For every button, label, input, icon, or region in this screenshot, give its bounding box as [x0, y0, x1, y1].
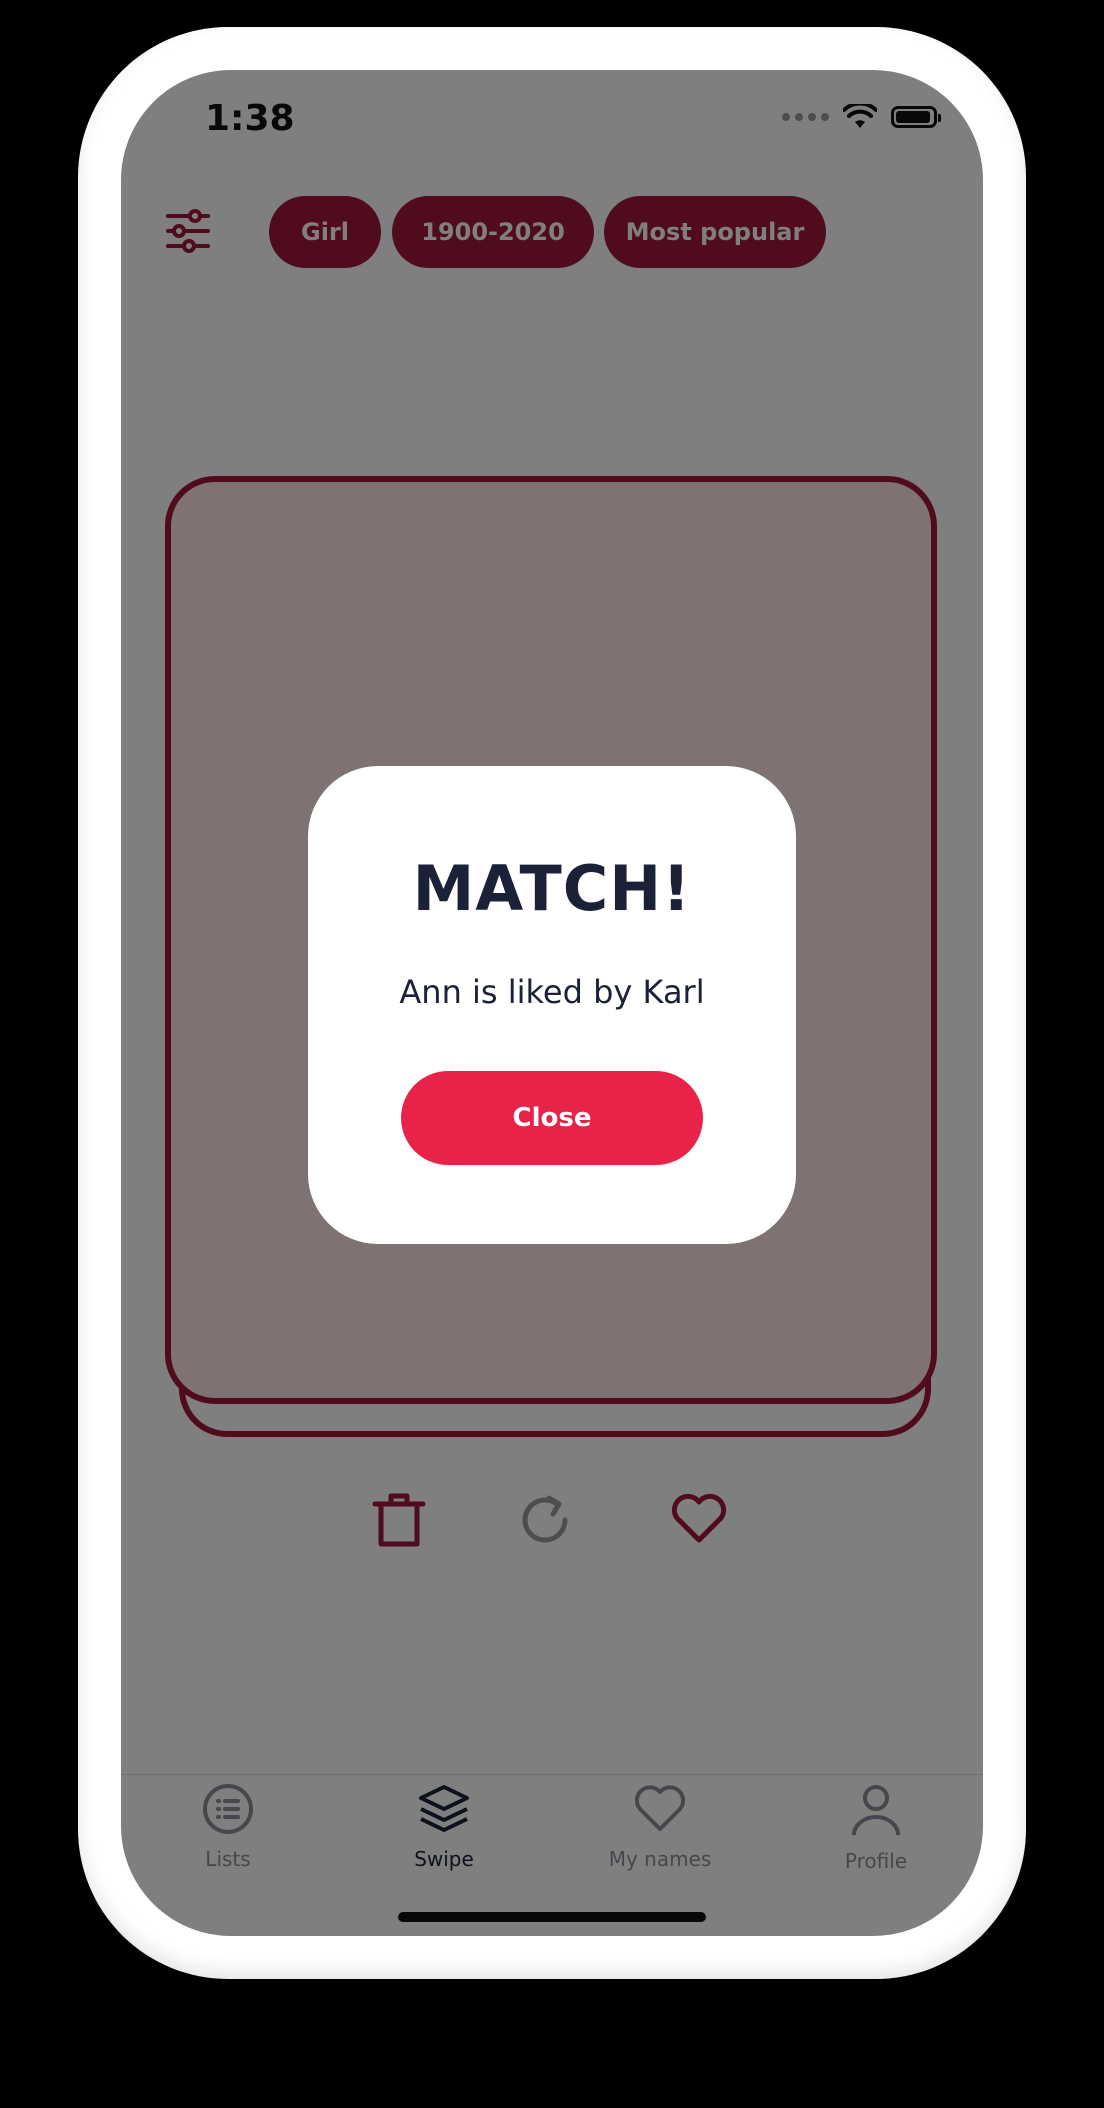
- match-title: MATCH!: [412, 852, 692, 925]
- match-message: Ann is liked by Karl: [399, 973, 705, 1011]
- app-screen: 1:38 Girl 1900-2020 Most popular: [121, 70, 983, 1936]
- close-button[interactable]: Close: [401, 1071, 703, 1165]
- match-dialog: MATCH! Ann is liked by Karl Close: [308, 766, 796, 1244]
